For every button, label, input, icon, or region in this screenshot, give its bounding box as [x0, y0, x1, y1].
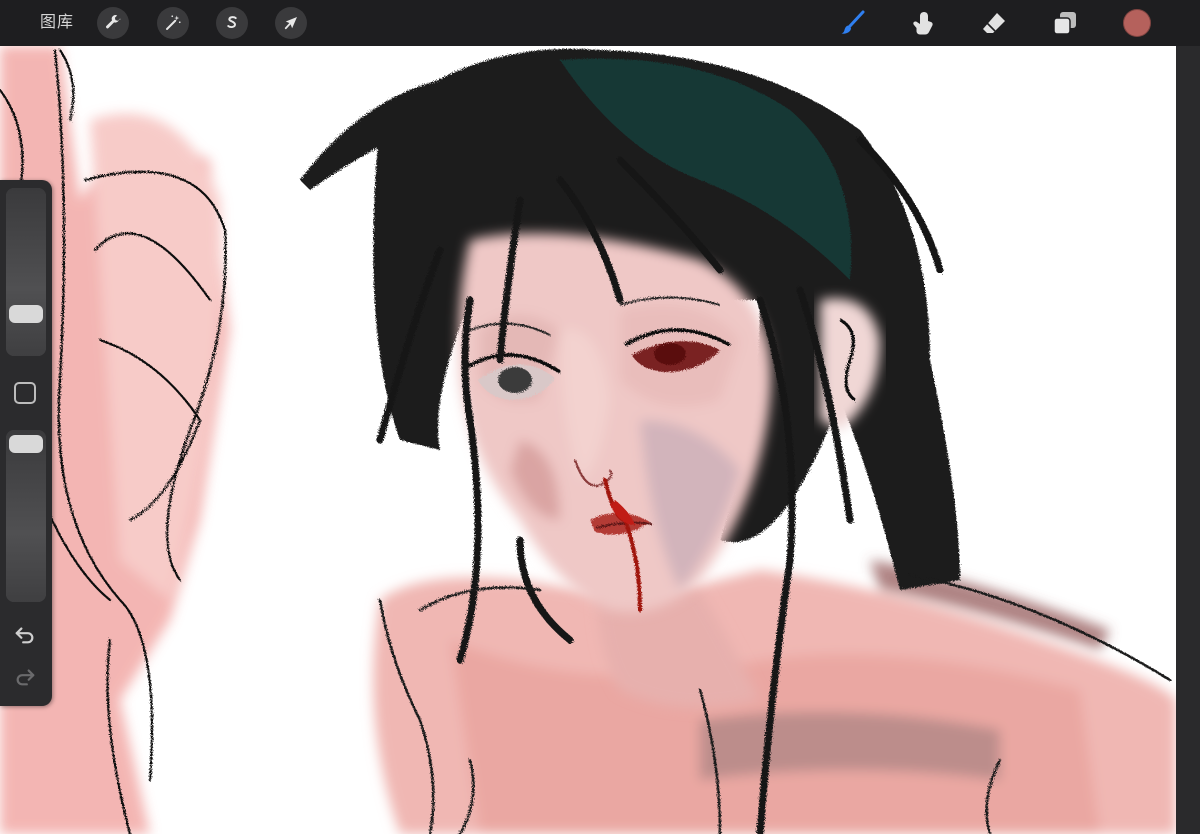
arrow-cursor-icon [284, 17, 297, 30]
opacity-thumb[interactable] [9, 435, 43, 453]
brush-button[interactable] [838, 8, 868, 38]
magic-wand-icon [166, 15, 181, 30]
wrench-icon [106, 15, 121, 29]
color-swatch[interactable] [1123, 9, 1151, 37]
drawing-canvas[interactable] [0, 46, 1176, 834]
modify-button[interactable] [14, 382, 36, 404]
redo-icon [16, 669, 35, 686]
artwork [0, 46, 1176, 834]
adjustments-button[interactable] [157, 7, 189, 39]
brush-icon [841, 10, 865, 34]
gallery-button[interactable]: 图库 [40, 12, 74, 34]
brush-size-slider[interactable] [6, 188, 46, 356]
opacity-track [6, 430, 46, 602]
transform-button[interactable] [275, 7, 307, 39]
left-sidebar [0, 180, 52, 706]
undo-button[interactable] [13, 624, 37, 646]
brush-size-thumb[interactable] [9, 305, 43, 324]
actions-button[interactable] [97, 7, 129, 39]
layers-button[interactable] [1050, 8, 1080, 38]
top-toolbar: 图库 [0, 0, 1200, 46]
undo-icon [15, 627, 34, 644]
eraser-icon [983, 13, 1005, 33]
selection-button[interactable] [216, 7, 248, 39]
layers-icon [1053, 12, 1076, 35]
selection-s-icon [227, 16, 237, 29]
brush-size-track [6, 188, 46, 356]
opacity-slider[interactable] [6, 430, 46, 602]
eraser-button[interactable] [979, 8, 1009, 38]
canvas-edge [1176, 46, 1200, 834]
redo-button[interactable] [13, 666, 37, 688]
smudge-button[interactable] [908, 8, 938, 38]
smudge-finger-icon [913, 12, 933, 35]
